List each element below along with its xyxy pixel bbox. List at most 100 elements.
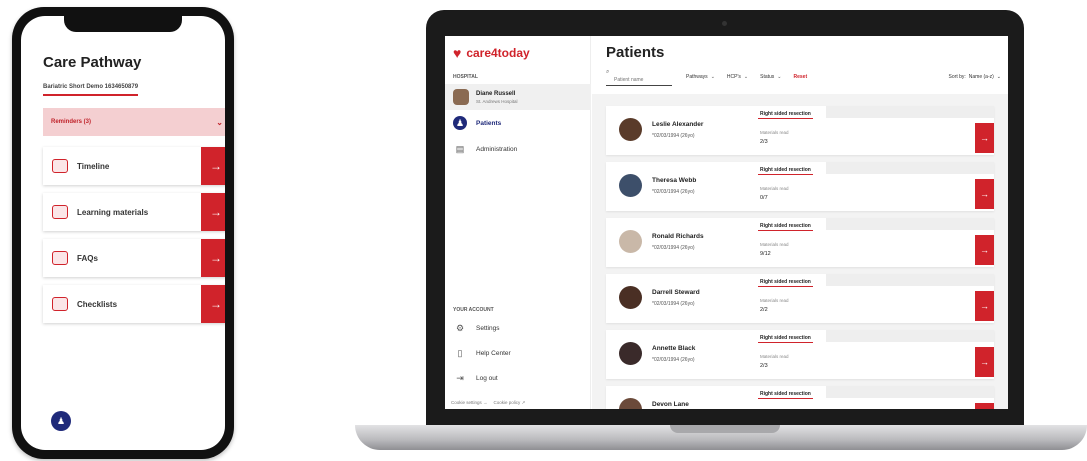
phone-device: Care Pathway Bariatric Short Demo 163465… (12, 7, 234, 459)
menu-item-learning-materials[interactable]: Learning materials → (43, 193, 225, 231)
pathway-band (826, 162, 994, 174)
arrow-right-icon[interactable]: → (201, 147, 225, 185)
sidebar-item-label: Help Center (476, 349, 511, 357)
cookie-settings-link[interactable]: Cookie settings → (451, 400, 488, 406)
materials-count: 9/12 (760, 251, 771, 257)
arrow-right-icon[interactable]: → (975, 235, 994, 265)
arrow-right-icon[interactable]: → (975, 123, 994, 153)
avatar (619, 342, 642, 365)
reset-button[interactable]: Reset (794, 74, 808, 80)
status-filter[interactable]: Status ⌄ (760, 74, 781, 80)
materials-count: 2/3 (760, 363, 768, 369)
patient-row[interactable]: Annette Black *02/03/1994 (26yo) Right sid… (606, 330, 994, 379)
cookie-policy-link[interactable]: Cookie policy ↗ (494, 400, 526, 406)
filter-label: Pathways (686, 74, 708, 80)
sidebar-item-settings[interactable]: ⚙ Settings (453, 321, 500, 335)
search-input[interactable] (606, 75, 672, 86)
heart-logo-icon: ♥ (453, 45, 462, 61)
materials-count: 0/7 (760, 195, 768, 201)
arrow-right-icon[interactable]: → (975, 291, 994, 321)
materials-count: 2/3 (760, 139, 768, 145)
menu-item-timeline[interactable]: Timeline → (43, 147, 225, 185)
materials-label: Materials read (760, 242, 789, 247)
sort-label: Sort by: (948, 74, 966, 80)
learning-materials-icon (52, 205, 68, 219)
brand-logo[interactable]: ♥ care4today (453, 46, 530, 60)
search-field: ⌕ (606, 68, 672, 86)
arrow-right-icon[interactable]: → (201, 193, 225, 231)
gear-icon: ⚙ (455, 322, 465, 333)
arrow-right-icon[interactable]: → (201, 285, 225, 323)
main-header: Patients ⌕ Pathways ⌄ HCP's ⌄ Status ⌄ (592, 36, 1008, 94)
account-section-label: YOUR ACCOUNT (453, 307, 494, 313)
patient-row[interactable]: Ronald Richards *02/03/1994 (26yo) Right s… (606, 218, 994, 267)
filter-label: Status (760, 74, 775, 80)
pathway-badge: Right sided resection (758, 333, 813, 343)
patient-dob: *02/03/1994 (26yo) (652, 245, 695, 251)
menu-item-label: Learning materials (77, 207, 149, 217)
pathway-badge: Right sided resection (758, 277, 813, 287)
arrow-right-icon[interactable]: → (201, 239, 225, 277)
arrow-right-icon[interactable]: → (975, 403, 994, 409)
materials-count: 2/2 (760, 307, 768, 313)
phone-notch (64, 16, 182, 32)
faq-icon (52, 251, 68, 265)
patient-dob: *02/03/1994 (26yo) (652, 189, 695, 195)
patient-row[interactable]: Darrell Steward *02/03/1994 (26yo) Right s… (606, 274, 994, 323)
pathway-badge: Right sided resection (758, 221, 813, 231)
chevron-down-icon: ⌄ (777, 74, 782, 80)
brand-name: care4today (466, 46, 530, 60)
sort-dropdown[interactable]: Sort by: Name (a-z) ⌄ (949, 74, 1001, 80)
patient-name[interactable]: Leslie Alexander (652, 121, 703, 128)
patient-name[interactable]: Ronald Richards (652, 233, 704, 240)
reminders-label: Reminders (3) (51, 119, 92, 125)
pathway-badge: Right sided resection (758, 109, 813, 119)
menu-item-checklists[interactable]: Checklists → (43, 285, 225, 323)
reminders-dropdown[interactable]: Reminders (3) ⌄ (43, 108, 225, 136)
materials-label: Materials read (760, 354, 789, 359)
sidebar-item-help-center[interactable]: ▯ Help Center (453, 346, 511, 360)
sidebar-item-label: Settings (476, 324, 500, 332)
sort-value: Name (a-z) (968, 74, 994, 80)
patient-name[interactable]: Theresa Webb (652, 177, 696, 184)
help-icon: ▯ (457, 347, 463, 358)
patient-name[interactable]: Darrell Steward (652, 289, 700, 296)
main-content: Patients ⌕ Pathways ⌄ HCP's ⌄ Status ⌄ (592, 36, 1008, 409)
patient-dob: *02/03/1994 (26yo) (652, 133, 695, 139)
phone-screen: Care Pathway Bariatric Short Demo 163465… (21, 16, 225, 450)
menu-item-label: Checklists (77, 299, 118, 309)
hcps-filter[interactable]: HCP's ⌄ (727, 74, 748, 80)
chevron-down-icon: ⌄ (996, 74, 1001, 80)
avatar (453, 89, 469, 105)
sidebar-item-log-out[interactable]: ⇥ Log out (453, 371, 498, 385)
pathway-band (826, 386, 994, 398)
laptop-trackpad-notch (670, 425, 780, 433)
pathway-band (826, 218, 994, 230)
materials-label: Materials read (760, 298, 789, 303)
sidebar-item-patients[interactable]: ♟ Patients (453, 116, 501, 130)
arrow-right-icon[interactable]: → (975, 179, 994, 209)
current-user[interactable]: Diane Russell St. Andrews Hospital (445, 84, 591, 110)
pathway-band (826, 106, 994, 118)
sidebar-item-label: Log out (476, 374, 498, 382)
patient-row[interactable]: Leslie Alexander *02/03/1994 (26yo) Right … (606, 106, 994, 155)
pathway-band (826, 330, 994, 342)
chevron-down-icon: ⌄ (710, 74, 715, 80)
sidebar-item-administration[interactable]: ▤ Administration (453, 142, 517, 156)
patients-icon: ♟ (453, 116, 467, 130)
laptop-screen: ♥ care4today HOSPITAL Diane Russell St. … (445, 36, 1008, 409)
sidebar-item-label: Patients (476, 119, 502, 127)
avatar (619, 230, 642, 253)
patient-dob: *02/03/1994 (26yo) (652, 357, 695, 363)
patient-row[interactable]: Devon Lane Right sided resection → (606, 386, 994, 409)
patient-name[interactable]: Annette Black (652, 345, 695, 352)
pathways-filter[interactable]: Pathways ⌄ (686, 74, 715, 80)
menu-item-faqs[interactable]: FAQs → (43, 239, 225, 277)
timeline-icon (52, 159, 68, 173)
patient-row[interactable]: Theresa Webb *02/03/1994 (26yo) Right side… (606, 162, 994, 211)
menu-item-label: Timeline (77, 161, 110, 171)
logout-icon: ⇥ (456, 372, 464, 383)
patient-name[interactable]: Devon Lane (652, 401, 689, 408)
arrow-right-icon[interactable]: → (975, 347, 994, 377)
patient-icon-button[interactable]: ♟ (51, 411, 71, 431)
